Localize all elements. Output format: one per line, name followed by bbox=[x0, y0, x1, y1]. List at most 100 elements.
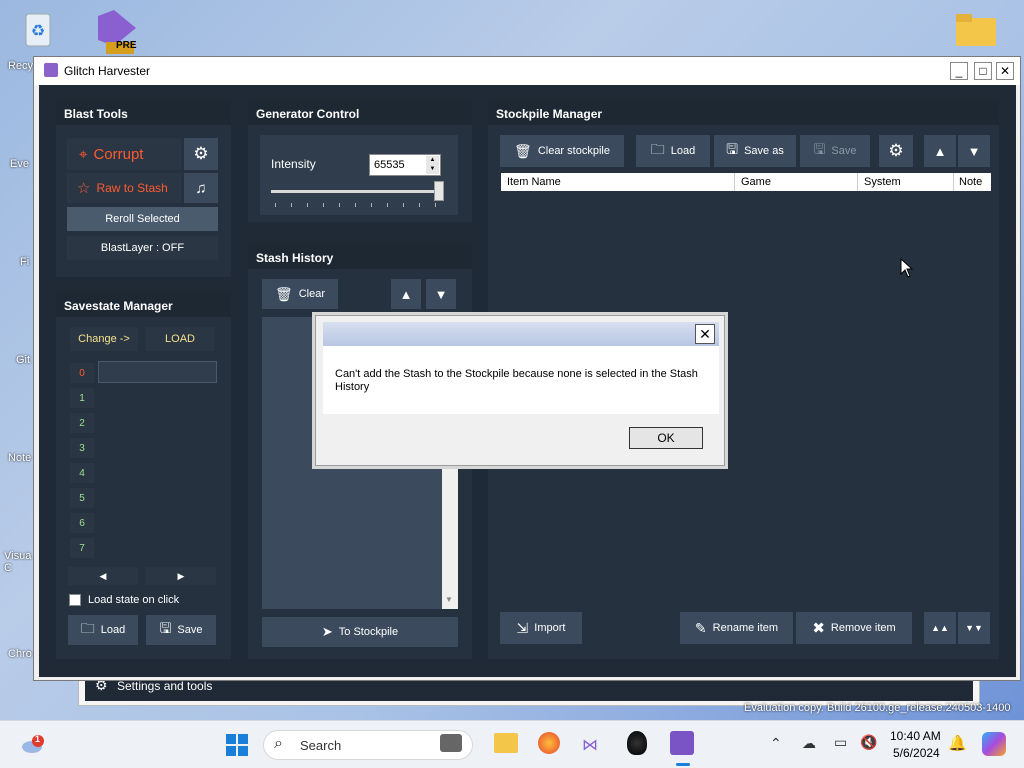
intensity-spinner[interactable]: 65535 ▲ ▼ bbox=[369, 154, 441, 176]
double-arrow-down-icon: ▼▼ bbox=[965, 623, 983, 633]
to-stockpile-button[interactable]: ➤ To Stockpile bbox=[262, 617, 458, 647]
stash-move-up-button[interactable]: ▲ bbox=[391, 279, 421, 309]
folder-open-icon: 🗀 bbox=[80, 620, 95, 636]
stockpile-save-button[interactable]: 🖫 Save bbox=[800, 135, 870, 167]
arrow-up-icon: ▲ bbox=[399, 286, 413, 302]
slot-0[interactable]: 0 bbox=[70, 363, 94, 383]
savestate-load-button[interactable]: 🗀 Load bbox=[68, 615, 138, 645]
volume-icon[interactable]: 🔇 bbox=[860, 734, 877, 751]
column-game[interactable]: Game bbox=[741, 176, 771, 188]
gear-icon: ⚙ bbox=[193, 144, 209, 163]
stockpile-settings-button[interactable]: ⚙ bbox=[879, 135, 913, 167]
savestate-save-label: Save bbox=[177, 624, 203, 636]
corrupt-settings-button[interactable]: ⚙ bbox=[184, 138, 218, 170]
desktop-label-git: Git bbox=[16, 354, 31, 366]
raw-to-stash-button[interactable]: ☆ Raw to Stash bbox=[67, 173, 181, 203]
visual-studio-icon[interactable]: ⋈ bbox=[582, 735, 606, 754]
load-slot-button[interactable]: LOAD bbox=[146, 327, 214, 351]
desktop-label-eve: Eve bbox=[10, 158, 29, 170]
firefox-icon[interactable] bbox=[538, 732, 560, 754]
dialog-ok-button[interactable]: OK bbox=[629, 427, 703, 449]
column-item-name[interactable]: Item Name bbox=[507, 176, 561, 188]
clear-stockpile-button[interactable]: 🗑 Clear stockpile bbox=[500, 135, 624, 167]
copilot-icon[interactable] bbox=[982, 732, 1006, 756]
import-button[interactable]: ⇲ Import bbox=[500, 612, 582, 644]
generator-control-header: Generator Control bbox=[248, 99, 472, 125]
trash-icon: 🗑 bbox=[514, 142, 532, 159]
folder-icon[interactable] bbox=[954, 10, 996, 50]
rename-item-label: Rename item bbox=[712, 622, 779, 634]
weather-widget[interactable]: 1 bbox=[20, 733, 46, 753]
load-state-checkbox[interactable] bbox=[69, 594, 81, 606]
spin-down-icon[interactable]: ▼ bbox=[426, 165, 439, 174]
crosshair-icon: ⌖ bbox=[79, 145, 88, 163]
generator-control-panel: Generator Control Intensity 65535 ▲ ▼ bbox=[248, 99, 472, 222]
floppy-icon: 🖫 bbox=[726, 141, 739, 157]
slot-0-name-field[interactable] bbox=[98, 361, 217, 383]
stash-clear-button[interactable]: 🗑 Clear bbox=[262, 279, 338, 309]
blast-tools-header: Blast Tools bbox=[56, 99, 231, 125]
intensity-label: Intensity bbox=[271, 157, 316, 171]
rename-item-button[interactable]: ✎ Rename item bbox=[680, 612, 793, 644]
slider-ticks bbox=[275, 203, 437, 207]
corrupt-button[interactable]: ⌖ Corrupt bbox=[67, 138, 181, 170]
file-explorer-icon[interactable] bbox=[494, 733, 518, 753]
next-page-button[interactable]: ▶ bbox=[146, 567, 216, 585]
settings-and-tools-label: Settings and tools bbox=[117, 679, 213, 693]
recycle-bin-icon[interactable]: ♻ bbox=[18, 8, 58, 48]
start-button[interactable] bbox=[226, 734, 248, 756]
intensity-slider-thumb[interactable] bbox=[434, 181, 444, 201]
slot-5[interactable]: 5 bbox=[70, 488, 94, 508]
to-stockpile-label: To Stockpile bbox=[338, 626, 399, 638]
change-button[interactable]: Change -> bbox=[70, 327, 138, 351]
camera-icon bbox=[440, 734, 462, 752]
slot-1[interactable]: 1 bbox=[70, 388, 94, 408]
desktop-label-visual: Visua C bbox=[4, 550, 32, 574]
clock-date[interactable]: 5/6/2024 bbox=[893, 746, 940, 760]
clock-time[interactable]: 10:40 AM bbox=[890, 729, 941, 743]
slot-6[interactable]: 6 bbox=[70, 513, 94, 533]
move-top-button[interactable]: ▲▲ bbox=[924, 612, 956, 644]
slot-3[interactable]: 3 bbox=[70, 438, 94, 458]
intensity-slider-track[interactable] bbox=[271, 190, 441, 193]
slot-7[interactable]: 7 bbox=[70, 538, 94, 558]
scroll-down-icon[interactable]: ▼ bbox=[445, 595, 453, 604]
pre-badge: PRE bbox=[116, 40, 137, 51]
save-as-button[interactable]: 🖫 Save as bbox=[714, 135, 796, 167]
taskbar-search[interactable]: ⌕ Search bbox=[263, 730, 473, 760]
stash-move-down-button[interactable]: ▼ bbox=[426, 279, 456, 309]
notification-badge: 1 bbox=[35, 734, 41, 744]
display-icon[interactable]: ▭ bbox=[834, 734, 847, 751]
savestate-save-button[interactable]: 🖫 Save bbox=[146, 615, 216, 645]
slot-2[interactable]: 2 bbox=[70, 413, 94, 433]
stockpile-move-down-button[interactable]: ▼ bbox=[958, 135, 990, 167]
desktop-label-note: Note bbox=[8, 452, 32, 464]
column-system[interactable]: System bbox=[864, 176, 901, 188]
dialog-close-button[interactable]: ✕ bbox=[695, 324, 715, 344]
stockpile-load-button[interactable]: 🗀 Load bbox=[636, 135, 710, 167]
minimize-button[interactable]: _ bbox=[950, 62, 968, 80]
prev-page-button[interactable]: ◀ bbox=[68, 567, 138, 585]
dialog-title-bar bbox=[323, 322, 719, 346]
music-button[interactable]: ♫ bbox=[184, 173, 218, 203]
glitch-harvester-taskbar-icon[interactable] bbox=[670, 731, 694, 755]
remove-item-button[interactable]: ✖ Remove item bbox=[796, 612, 912, 644]
mouse-cursor bbox=[900, 258, 914, 278]
move-bottom-button[interactable]: ▼▼ bbox=[958, 612, 990, 644]
stockpile-save-label: Save bbox=[831, 145, 857, 157]
search-label: Search bbox=[300, 738, 342, 753]
column-note[interactable]: Note bbox=[959, 176, 982, 188]
music-note-icon: ♫ bbox=[195, 179, 207, 197]
close-button[interactable]: ✕ bbox=[996, 62, 1014, 80]
inkscape-icon[interactable] bbox=[627, 731, 647, 755]
reroll-selected-button[interactable]: Reroll Selected bbox=[67, 207, 218, 231]
onedrive-icon[interactable]: ☁ bbox=[802, 735, 816, 752]
slot-4[interactable]: 4 bbox=[70, 463, 94, 483]
spin-up-icon[interactable]: ▲ bbox=[426, 156, 439, 165]
chevron-up-icon[interactable]: ⌃ bbox=[770, 735, 782, 752]
bell-icon[interactable]: 🔔 bbox=[948, 734, 967, 752]
error-dialog: ✕ Can't add the Stash to the Stockpile b… bbox=[315, 315, 725, 466]
blastlayer-toggle[interactable]: BlastLayer : OFF bbox=[67, 236, 218, 260]
stockpile-move-up-button[interactable]: ▲ bbox=[924, 135, 956, 167]
maximize-button[interactable]: □ bbox=[974, 62, 992, 80]
